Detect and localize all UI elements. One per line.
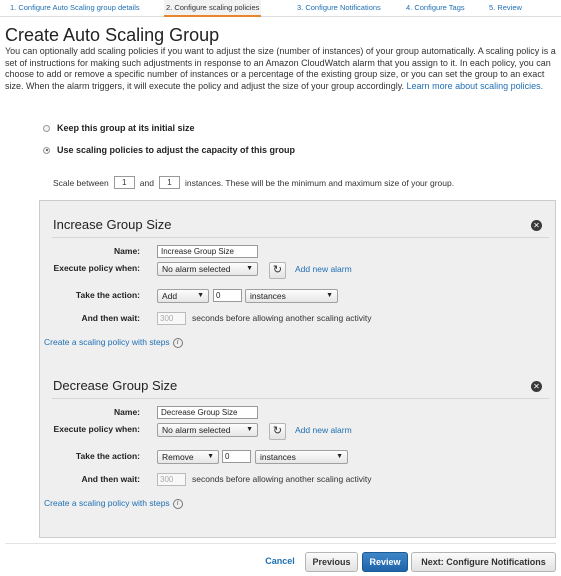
- option-keep-initial-size-label: Keep this group at its initial size: [57, 123, 195, 133]
- chevron-down-icon: ▼: [246, 265, 253, 272]
- chevron-down-icon: ▼: [246, 426, 253, 433]
- increase-refresh-alarms-button[interactable]: ↻: [269, 262, 286, 279]
- decrease-execute-label: Execute policy when:: [53, 424, 140, 434]
- step-configure-notifications[interactable]: 3. Configure Notifications: [295, 0, 383, 17]
- chevron-down-icon: ▼: [207, 453, 214, 460]
- wizard-steps: 1. Configure Auto Scaling group details …: [0, 0, 561, 17]
- increase-steps-policy-link[interactable]: Create a scaling policy with steps i: [44, 336, 183, 349]
- decrease-wait-suffix: seconds before allowing another scaling …: [192, 474, 372, 484]
- decrease-action-value: Remove: [162, 452, 194, 462]
- refresh-icon: ↻: [272, 425, 283, 437]
- chevron-down-icon: ▼: [326, 292, 333, 299]
- increase-action-value: Add: [162, 291, 178, 301]
- increase-alarm-value: No alarm selected: [162, 264, 231, 274]
- scale-between-row: Scale between 1 and 1 instances. These w…: [53, 176, 454, 189]
- step-configure-tags[interactable]: 4. Configure Tags: [404, 0, 467, 17]
- decrease-refresh-alarms-button[interactable]: ↻: [269, 423, 286, 440]
- increase-name-label: Name:: [114, 246, 140, 256]
- min-size-input[interactable]: 1: [113, 176, 135, 189]
- increase-action-select[interactable]: Add ▼: [157, 289, 209, 303]
- increase-steps-policy-label: Create a scaling policy with steps: [44, 337, 170, 347]
- scaling-policies-panel: Increase Group Size ✕ Name: Increase Gro…: [39, 200, 556, 538]
- decrease-section-divider: [52, 398, 549, 399]
- decrease-name-label: Name:: [114, 407, 140, 417]
- review-button[interactable]: Review: [362, 552, 408, 572]
- next-configure-notifications-button[interactable]: Next: Configure Notifications: [411, 552, 556, 572]
- max-size-input[interactable]: 1: [158, 176, 180, 189]
- step-configure-group-details[interactable]: 1. Configure Auto Scaling group details: [8, 0, 142, 17]
- option-use-scaling-policies[interactable]: Use scaling policies to adjust the capac…: [43, 144, 295, 156]
- option-keep-initial-size[interactable]: Keep this group at its initial size: [43, 122, 195, 134]
- option-use-scaling-policies-label: Use scaling policies to adjust the capac…: [57, 145, 296, 155]
- increase-wait-input[interactable]: 300: [157, 312, 186, 325]
- scale-and: and: [139, 177, 154, 188]
- scale-prefix: Scale between: [53, 177, 109, 188]
- increase-action-label: Take the action:: [75, 290, 140, 300]
- decrease-add-alarm-link[interactable]: Add new alarm: [295, 424, 352, 437]
- increase-add-alarm-link[interactable]: Add new alarm: [295, 263, 352, 276]
- increase-section-divider: [52, 237, 549, 238]
- decrease-wait-label: And then wait:: [81, 474, 140, 484]
- decrease-wait-input[interactable]: 300: [157, 473, 186, 486]
- step-configure-scaling-policies[interactable]: 2. Configure scaling policies: [164, 0, 262, 17]
- increase-unit-select[interactable]: instances ▼: [245, 289, 338, 303]
- radio-use-scaling-policies[interactable]: [43, 146, 50, 154]
- step-review[interactable]: 5. Review: [487, 0, 524, 17]
- radio-keep-initial-size[interactable]: [43, 124, 50, 132]
- learn-more-link[interactable]: Learn more about scaling policies.: [407, 81, 544, 91]
- decrease-action-select[interactable]: Remove ▼: [157, 450, 219, 464]
- increase-section-title: Increase Group Size: [53, 217, 172, 232]
- decrease-unit-value: instances: [260, 452, 296, 462]
- info-icon[interactable]: i: [172, 498, 183, 509]
- increase-amount-input[interactable]: 0: [213, 289, 242, 302]
- increase-execute-label: Execute policy when:: [53, 263, 140, 273]
- decrease-amount-input[interactable]: 0: [222, 450, 251, 463]
- scale-suffix: instances. These will be the minimum and…: [184, 177, 455, 188]
- cancel-button[interactable]: Cancel: [257, 552, 303, 572]
- chevron-down-icon: ▼: [336, 453, 343, 460]
- previous-button[interactable]: Previous: [305, 552, 358, 572]
- chevron-down-icon: ▼: [197, 292, 204, 299]
- decrease-steps-policy-link[interactable]: Create a scaling policy with steps i: [44, 497, 183, 510]
- increase-unit-value: instances: [250, 291, 286, 301]
- decrease-alarm-select[interactable]: No alarm selected ▼: [157, 423, 258, 437]
- decrease-alarm-value: No alarm selected: [162, 425, 231, 435]
- footer-divider: [5, 543, 556, 544]
- increase-wait-suffix: seconds before allowing another scaling …: [192, 313, 372, 323]
- decrease-name-input[interactable]: Decrease Group Size: [157, 406, 258, 419]
- increase-name-input[interactable]: Increase Group Size: [157, 245, 258, 258]
- intro-text: You can optionally add scaling policies …: [5, 46, 556, 92]
- decrease-section-title: Decrease Group Size: [53, 378, 178, 393]
- decrease-action-label: Take the action:: [75, 451, 140, 461]
- decrease-steps-policy-label: Create a scaling policy with steps: [44, 498, 170, 508]
- close-icon[interactable]: ✕: [531, 381, 542, 392]
- info-icon[interactable]: i: [172, 337, 183, 348]
- increase-wait-label: And then wait:: [81, 313, 140, 323]
- close-icon[interactable]: ✕: [531, 220, 542, 231]
- refresh-icon: ↻: [272, 264, 283, 276]
- page-title: Create Auto Scaling Group: [5, 25, 220, 45]
- increase-alarm-select[interactable]: No alarm selected ▼: [157, 262, 258, 276]
- decrease-unit-select[interactable]: instances ▼: [255, 450, 348, 464]
